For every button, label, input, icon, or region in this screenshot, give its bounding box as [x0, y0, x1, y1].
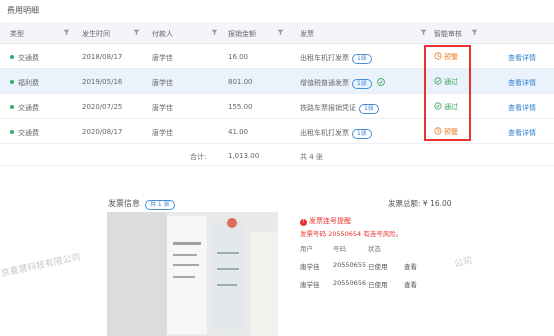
invoice-total: 发票总额: ¥ 16.00: [388, 199, 452, 208]
column-header-amount: 报销金额: [228, 30, 256, 38]
invoice-count-badge[interactable]: 1张: [359, 104, 379, 114]
type-label: 交通费: [18, 54, 39, 62]
receipt-line: [217, 284, 237, 286]
audit-highlight-box: [424, 45, 471, 141]
invoice-total-badge[interactable]: 共 1 张: [145, 200, 175, 210]
payer-cell: 唐学佳: [152, 104, 173, 112]
receipt-paper: [211, 222, 245, 332]
invoice-cell: 出租车机打发票 1张: [300, 128, 372, 139]
duplicate-alert-message: 发票号码 20550654 有连号风险。: [300, 230, 403, 238]
filter-icon[interactable]: [277, 29, 284, 36]
totals-amount: 1,013.00: [228, 152, 260, 160]
invoice-cell: 出租车机打发票 1张: [300, 53, 372, 64]
receipt-line: [173, 254, 197, 256]
type-label: 福利费: [18, 79, 39, 87]
receipt-paper: [167, 216, 207, 334]
type-cell: 交通费: [10, 53, 39, 63]
invoice-count-badge[interactable]: 1张: [352, 54, 372, 64]
invoice-count-badge[interactable]: 1张: [352, 79, 372, 89]
filter-icon[interactable]: [420, 29, 427, 36]
status-dot-icon: [10, 105, 14, 109]
sub-row-status: 已使用: [368, 263, 388, 271]
view-link[interactable]: 查看: [404, 261, 417, 271]
table-header: 类型 发生时间 付款人 报销金额 发票 智能审核: [0, 22, 554, 44]
column-header-type: 类型: [10, 30, 24, 38]
date-cell: 2020/07/25: [82, 103, 123, 111]
duplicate-alert-title: ! 发票连号提醒: [300, 216, 351, 226]
sub-column-number: 号码: [333, 245, 346, 253]
receipt-line: [173, 264, 199, 266]
stamp-icon: [227, 218, 237, 228]
payer-cell: 唐学佳: [152, 54, 173, 62]
watermark-text: 京喜慧科技有限公司: [0, 252, 82, 280]
filter-icon[interactable]: [471, 29, 478, 36]
totals-row: 合计: 1,013.00 共 4 张: [0, 146, 554, 166]
totals-count: 共 4 张: [300, 153, 323, 161]
view-details-link[interactable]: 查看详情: [508, 128, 536, 138]
sub-row-user: 唐学佳: [300, 281, 320, 289]
invoice-label: 出租车机打发票: [300, 54, 349, 62]
sub-row-status: 已使用: [368, 281, 388, 289]
invoice-label: 出租车机打发票: [300, 129, 349, 137]
column-header-date: 发生时间: [82, 30, 110, 38]
amount-cell: 155.00: [228, 103, 253, 111]
filter-icon[interactable]: [63, 29, 70, 36]
receipt-paper: [250, 232, 278, 336]
filter-icon[interactable]: [133, 29, 140, 36]
view-details-link[interactable]: 查看详情: [508, 103, 536, 113]
status-dot-icon: [10, 80, 14, 84]
sub-row-number: 20550656: [333, 279, 367, 287]
date-cell: 2020/08/17: [82, 128, 123, 136]
receipt-line: [217, 252, 239, 254]
type-cell: 交通费: [10, 128, 39, 138]
image-background: [107, 212, 167, 336]
amount-cell: 41.00: [228, 128, 249, 136]
invoice-cell: 增值税普通发票 1张: [300, 78, 385, 89]
sub-column-user: 用户: [300, 245, 313, 253]
column-header-payer: 付款人: [152, 30, 173, 38]
filter-icon[interactable]: [211, 29, 218, 36]
verified-icon: [377, 78, 385, 86]
payer-cell: 唐学佳: [152, 79, 173, 87]
type-label: 交通费: [18, 104, 39, 112]
type-label: 交通费: [18, 129, 39, 137]
status-dot-icon: [10, 55, 14, 59]
column-header-audit: 智能审核: [434, 30, 462, 38]
view-details-link[interactable]: 查看详情: [508, 78, 536, 88]
view-details-link[interactable]: 查看详情: [508, 53, 536, 63]
date-cell: 2018/08/17: [82, 53, 123, 61]
amount-cell: 801.00: [228, 78, 253, 86]
column-header-invoice: 发票: [300, 30, 314, 38]
invoice-image[interactable]: [107, 212, 278, 336]
watermark-text: 公司: [453, 256, 474, 270]
type-cell: 交通费: [10, 103, 39, 113]
invoice-info-label: 发票信息: [108, 199, 140, 208]
payer-cell: 唐学佳: [152, 129, 173, 137]
receipt-line: [173, 276, 195, 278]
totals-label: 合计:: [190, 153, 207, 161]
invoice-label: 增值税普通发票: [300, 79, 349, 87]
amount-cell: 16.00: [228, 53, 249, 61]
invoice-label: 铁路车票报销凭证: [300, 104, 356, 112]
invoice-cell: 铁路车票报销凭证 1张: [300, 103, 379, 114]
invoice-count-badge[interactable]: 1张: [352, 129, 372, 139]
sub-column-status: 状态: [368, 245, 381, 253]
invoice-info-title: 发票信息共 1 张: [108, 198, 175, 210]
alert-title-text: 发票连号提醒: [309, 217, 351, 225]
alert-icon: !: [300, 219, 307, 226]
sub-row-number: 20550655: [333, 261, 367, 269]
type-cell: 福利费: [10, 78, 39, 88]
sub-row-user: 唐学佳: [300, 263, 320, 271]
view-link[interactable]: 查看: [404, 279, 417, 289]
receipt-line: [217, 268, 239, 270]
status-dot-icon: [10, 130, 14, 134]
receipt-line: [173, 242, 201, 245]
date-cell: 2019/05/16: [82, 78, 123, 86]
page-title: 费用明细: [7, 6, 39, 15]
